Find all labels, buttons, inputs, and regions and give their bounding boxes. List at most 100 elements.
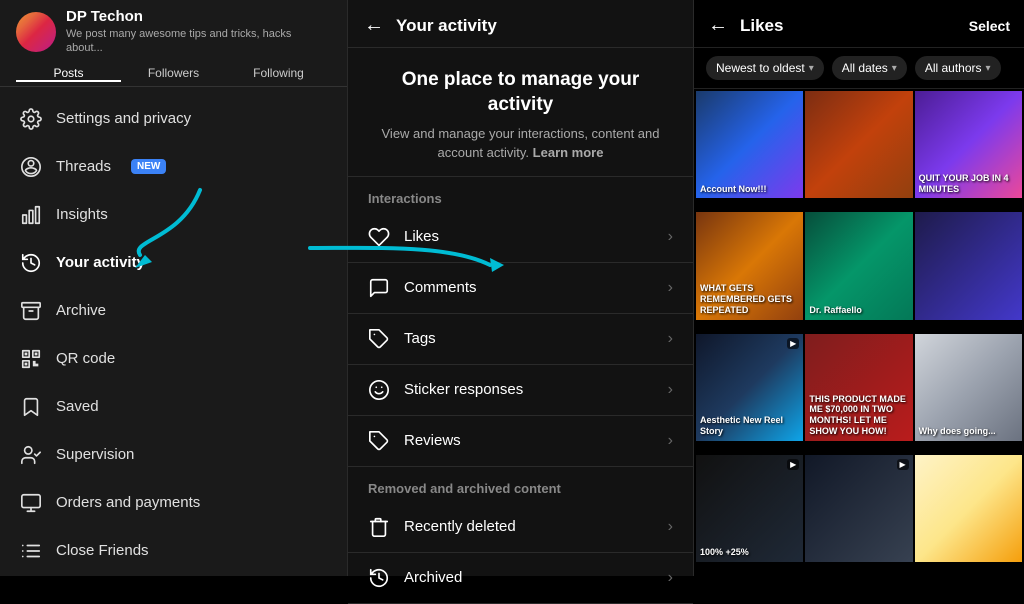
video-badge: ▶: [787, 338, 799, 349]
sidebar-item-threads[interactable]: Threads NEW: [0, 143, 347, 191]
activity-hero-sub: View and manage your interactions, conte…: [368, 125, 673, 161]
filter-authors[interactable]: All authors▾: [915, 56, 1001, 80]
profile-name: DP Techon: [66, 8, 331, 25]
menu-list: Settings and privacy Threads NEW Insight…: [0, 87, 347, 576]
orders-icon: [20, 492, 42, 514]
activity-item-comments[interactable]: Comments ›: [348, 263, 693, 314]
new-badge: NEW: [131, 159, 166, 174]
activity-item-sticker-responses[interactable]: Sticker responses ›: [348, 365, 693, 416]
grid-item[interactable]: 100% +25% ▶: [696, 455, 803, 562]
activity-item-likes[interactable]: Likes ›: [348, 212, 693, 263]
activity-item-label: Archived: [404, 569, 654, 586]
filter-dates[interactable]: All dates▾: [832, 56, 907, 80]
learn-more-link[interactable]: Learn more: [533, 145, 604, 160]
grid-item[interactable]: WHAT GETS REMEMBERED GETS REPEATED: [696, 212, 803, 319]
activity-item-tags[interactable]: Tags ›: [348, 314, 693, 365]
chevron-down-icon: ▾: [892, 63, 897, 74]
removed-label: Removed and archived content: [348, 467, 693, 502]
chevron-down-icon: ▾: [986, 63, 991, 74]
filter-sort[interactable]: Newest to oldest▾: [706, 56, 824, 80]
sidebar-item-settings[interactable]: Settings and privacy: [0, 95, 347, 143]
back-button[interactable]: ←: [364, 14, 384, 37]
bar-chart-icon: [20, 204, 42, 226]
removed-item-archived[interactable]: Archived ›: [348, 553, 693, 604]
chevron-right-icon: ›: [668, 228, 673, 246]
sidebar-item-label: QR code: [56, 350, 115, 367]
sidebar-item-label: Close Friends: [56, 542, 149, 559]
left-panel: DP Techon We post many awesome tips and …: [0, 0, 347, 576]
sidebar-item-qr-code[interactable]: QR code: [0, 335, 347, 383]
profile-stats: Posts Followers Following: [16, 60, 331, 82]
threads-icon: [20, 156, 42, 178]
filter-bar: Newest to oldest▾ All dates▾ All authors▾: [694, 48, 1024, 89]
video-badge: ▶: [787, 459, 799, 470]
middle-panel: ← Your activity One place to manage your…: [347, 0, 694, 576]
activity-item-label: Tags: [404, 330, 654, 347]
chevron-right-icon: ›: [668, 432, 673, 450]
sidebar-item-your-activity[interactable]: Your activity: [0, 239, 347, 287]
grid-item[interactable]: Why does going...: [915, 334, 1022, 441]
chevron-right-icon: ›: [668, 518, 673, 536]
tag-heart-icon: [368, 430, 390, 452]
list-icon: [20, 540, 42, 562]
sidebar-item-insights[interactable]: Insights: [0, 191, 347, 239]
removed-list: Recently deleted › Archived ›: [348, 502, 693, 604]
sidebar-item-label: Supervision: [56, 446, 134, 463]
bookmark-icon: [20, 396, 42, 418]
sidebar-item-label: Insights: [56, 206, 108, 223]
sidebar-item-saved[interactable]: Saved: [0, 383, 347, 431]
likes-grid: Account Now!!! QUIT YOUR JOB IN 4 MINUTES…: [694, 89, 1024, 576]
interactions-label: Interactions: [348, 177, 693, 212]
sidebar-item-archive[interactable]: Archive: [0, 287, 347, 335]
activity-item-label: Sticker responses: [404, 381, 654, 398]
sidebar-item-label: Orders and payments: [56, 494, 200, 511]
grid-item[interactable]: QUIT YOUR JOB IN 4 MINUTES: [915, 91, 1022, 198]
grid-item[interactable]: Dr. Raffaello: [805, 212, 912, 319]
grid-item-text: WHAT GETS REMEMBERED GETS REPEATED: [700, 283, 799, 315]
panel-title: Your activity: [396, 16, 497, 36]
activity-hero: One place to manage your activity View a…: [348, 48, 693, 177]
grid-item[interactable]: [915, 212, 1022, 319]
chevron-right-icon: ›: [668, 330, 673, 348]
grid-item-text: THIS PRODUCT MADE ME $70,000 IN TWO MONT…: [809, 394, 908, 437]
stat-posts[interactable]: Posts: [16, 66, 121, 82]
chevron-right-icon: ›: [668, 279, 673, 297]
qr-icon: [20, 348, 42, 370]
grid-item-text: Why does going...: [919, 426, 1018, 437]
activity-item-label: Reviews: [404, 432, 654, 449]
profile-bio: We post many awesome tips and tricks, ha…: [66, 27, 331, 56]
select-button[interactable]: Select: [969, 18, 1010, 34]
sidebar-item-supervision[interactable]: Supervision: [0, 431, 347, 479]
grid-item[interactable]: ▶: [805, 455, 912, 562]
archive2-icon: [368, 567, 390, 589]
removed-item-recently-deleted[interactable]: Recently deleted ›: [348, 502, 693, 553]
likes-back-button[interactable]: ←: [708, 14, 728, 37]
grid-item[interactable]: Aesthetic New Reel Story ▶: [696, 334, 803, 441]
grid-item[interactable]: [805, 91, 912, 198]
grid-item[interactable]: [915, 455, 1022, 562]
activity-item-label: Comments: [404, 279, 654, 296]
activity-item-reviews[interactable]: Reviews ›: [348, 416, 693, 467]
sidebar-item-orders[interactable]: Orders and payments: [0, 479, 347, 527]
likes-title: Likes: [740, 16, 957, 36]
avatar: [16, 12, 56, 52]
tag-icon: [368, 328, 390, 350]
grid-item-text: 100% +25%: [700, 547, 799, 558]
stat-followers[interactable]: Followers: [121, 66, 226, 82]
gear-icon: [20, 108, 42, 130]
activity-panel-header: ← Your activity: [348, 0, 693, 48]
activity-item-label: Recently deleted: [404, 518, 654, 535]
sidebar-item-label: Saved: [56, 398, 99, 415]
stat-following[interactable]: Following: [226, 66, 331, 82]
grid-item[interactable]: THIS PRODUCT MADE ME $70,000 IN TWO MONT…: [805, 334, 912, 441]
grid-item-text: Dr. Raffaello: [809, 305, 908, 316]
sidebar-item-close-friends[interactable]: Close Friends: [0, 527, 347, 575]
grid-item[interactable]: Account Now!!!: [696, 91, 803, 198]
video-badge: ▶: [897, 459, 909, 470]
chevron-right-icon: ›: [668, 569, 673, 587]
grid-item-text: Account Now!!!: [700, 184, 799, 195]
activity-hero-title: One place to manage your activity: [368, 68, 673, 117]
grid-item-text: Aesthetic New Reel Story: [700, 415, 799, 437]
sidebar-item-label: Threads: [56, 158, 111, 175]
archive-icon: [20, 300, 42, 322]
